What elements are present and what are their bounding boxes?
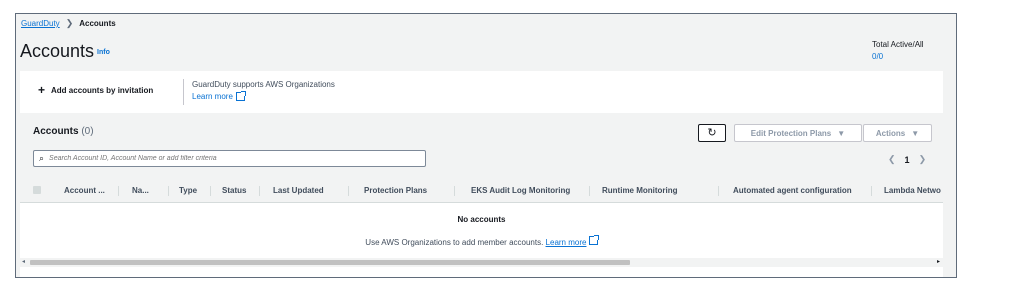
edit-protection-plans-label: Edit Protection Plans (750, 128, 832, 138)
actions-label: Actions (875, 128, 906, 138)
accounts-heading: Accounts (0) (33, 126, 94, 137)
guardduty-accounts-page: GuardDuty ❯ Accounts Accounts Info Total … (15, 13, 957, 278)
breadcrumb-current: Accounts (79, 19, 116, 28)
accounts-title: Accounts (33, 126, 79, 137)
horizontal-scrollbar[interactable]: ◂ ▸ (20, 258, 943, 267)
plus-icon: + (38, 83, 46, 97)
accounts-count: (0) (81, 126, 94, 137)
empty-state-text: Use AWS Organizations to add member acco… (20, 235, 943, 247)
edit-protection-plans-button[interactable]: Edit Protection Plans ▼ (734, 124, 862, 142)
column-header-automated-agent[interactable]: Automated agent configuration (733, 186, 852, 195)
column-header-last-updated[interactable]: Last Updated (273, 186, 324, 195)
accounts-panel: Accounts (0) ↻ Edit Protection Plans ▼ A… (20, 114, 943, 277)
refresh-button[interactable]: ↻ (698, 124, 726, 142)
caret-down-icon: ▼ (911, 128, 920, 138)
column-divider (348, 186, 349, 196)
empty-state-description: Use AWS Organizations to add member acco… (365, 238, 544, 247)
column-divider (718, 186, 719, 196)
prev-page-icon[interactable]: ❮ (888, 154, 896, 165)
select-all-checkbox[interactable] (33, 186, 41, 194)
external-link-icon (235, 91, 246, 101)
table-header: Account ... Na... Type Status Last Updat… (20, 180, 943, 203)
next-page-icon[interactable]: ❯ (919, 154, 927, 165)
column-header-eks-audit[interactable]: EKS Audit Log Monitoring (471, 186, 570, 195)
chevron-right-icon: ❯ (65, 18, 74, 28)
breadcrumb-guardduty-link[interactable]: GuardDuty (21, 19, 60, 28)
total-label: Total Active/All (872, 40, 924, 49)
add-accounts-button[interactable]: + Add accounts by invitation (38, 83, 153, 97)
info-link[interactable]: Info (97, 49, 110, 56)
column-header-runtime[interactable]: Runtime Monitoring (602, 186, 678, 195)
organizations-info: GuardDuty supports AWS Organizations Lea… (192, 80, 335, 101)
column-divider (210, 186, 211, 196)
scrollbar-thumb[interactable] (30, 260, 630, 265)
total-value[interactable]: 0/0 (872, 52, 924, 61)
learn-more-label: Learn more (192, 92, 233, 101)
learn-more-link[interactable]: Learn more (192, 91, 246, 101)
column-divider (589, 186, 590, 196)
current-page[interactable]: 1 (905, 155, 910, 165)
external-link-icon (588, 235, 599, 245)
search-input[interactable] (49, 155, 410, 162)
empty-learn-more-link[interactable]: Learn more (546, 238, 587, 247)
column-divider (259, 186, 260, 196)
column-header-name[interactable]: Na... (132, 186, 149, 195)
accounts-panel-header: Accounts (0) ↻ Edit Protection Plans ▼ A… (20, 114, 943, 203)
organizations-text: GuardDuty supports AWS Organizations (192, 80, 335, 89)
pagination: ❮ 1 ❯ (888, 154, 926, 165)
column-header-status[interactable]: Status (222, 186, 246, 195)
caret-down-icon: ▼ (837, 128, 846, 138)
column-divider (118, 186, 119, 196)
column-divider (454, 186, 455, 196)
empty-learn-more-label: Learn more (545, 238, 587, 247)
total-active-all: Total Active/All 0/0 (872, 40, 924, 61)
page-title-container: Accounts Info (20, 41, 110, 62)
organizations-banner: + Add accounts by invitation GuardDuty s… (20, 71, 943, 113)
column-header-protection-plans[interactable]: Protection Plans (364, 186, 427, 195)
column-header-lambda[interactable]: Lambda Netwo (884, 186, 941, 195)
scroll-left-icon[interactable]: ◂ (22, 258, 25, 265)
empty-state-title: No accounts (457, 215, 506, 224)
divider (183, 79, 184, 105)
breadcrumb: GuardDuty ❯ Accounts (21, 18, 116, 29)
add-accounts-label: Add accounts by invitation (51, 85, 154, 95)
page-title: Accounts (20, 41, 95, 61)
column-header-account[interactable]: Account ... (64, 186, 105, 195)
refresh-icon: ↻ (707, 127, 717, 139)
scroll-right-icon[interactable]: ▸ (937, 258, 940, 265)
column-divider (168, 186, 169, 196)
search-field[interactable]: ⌕ (33, 150, 426, 167)
search-icon: ⌕ (39, 153, 45, 163)
column-divider (871, 186, 872, 196)
column-header-type[interactable]: Type (179, 186, 197, 195)
actions-button[interactable]: Actions ▼ (863, 124, 932, 142)
